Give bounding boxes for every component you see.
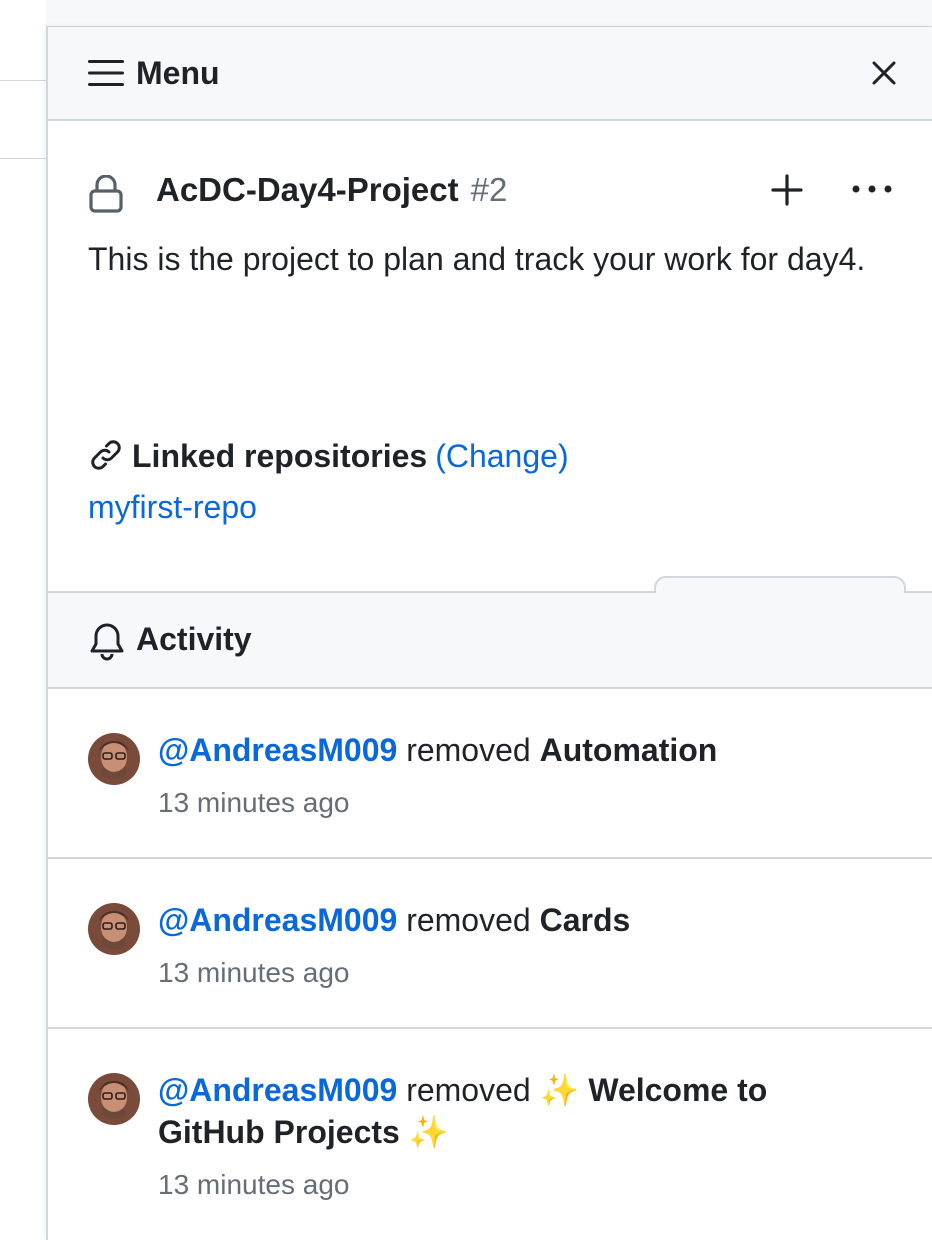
change-repositories-link[interactable]: (Change) [435, 438, 568, 474]
activity-title: Activity [136, 621, 252, 657]
sparkle-icon: ✨ [539, 1072, 580, 1108]
activity-item: @AndreasM009 removed Cards 13 minutes ag… [48, 859, 932, 1029]
activity-action: removed [406, 1072, 531, 1108]
user-link[interactable]: @AndreasM009 [158, 1072, 397, 1108]
avatar[interactable] [88, 1073, 140, 1125]
project-number: #2 [470, 171, 508, 208]
panel-title: Menu [136, 55, 220, 91]
link-icon [91, 440, 121, 470]
activity-time: 13 minutes ago [158, 787, 350, 818]
background-page [0, 0, 46, 1240]
activity-text: @AndreasM009 removed Automation [158, 729, 878, 771]
top-bar [0, 0, 932, 27]
activity-action: removed [406, 732, 531, 768]
avatar[interactable] [88, 903, 140, 955]
divider [0, 158, 46, 159]
project-name: AcDC-Day4-Project [156, 171, 459, 208]
project-description: This is the project to plan and track yo… [88, 241, 866, 277]
lock-icon [89, 175, 123, 213]
panel-header: Menu [48, 27, 932, 121]
activity-text: @AndreasM009 removed Cards [158, 899, 878, 941]
avatar[interactable] [88, 733, 140, 785]
project-menu-panel: Menu AcDC-Day4-Project #2 This is the pro… [46, 27, 932, 1240]
plus-icon[interactable] [770, 173, 804, 207]
activity-header: Activity [48, 593, 932, 689]
activity-action: removed [406, 902, 531, 938]
project-title: AcDC-Day4-Project #2 [156, 171, 507, 209]
user-link[interactable]: @AndreasM009 [158, 902, 397, 938]
activity-text: @AndreasM009 removed ✨ Welcome to GitHub… [158, 1069, 878, 1153]
activity-time: 13 minutes ago [158, 1169, 350, 1200]
linked-repositories: Linked repositories (Change) [88, 437, 569, 475]
bell-icon [90, 623, 124, 661]
project-info: AcDC-Day4-Project #2 This is the project … [48, 121, 932, 646]
divider [0, 80, 46, 81]
hamburger-icon [88, 60, 124, 86]
activity-target: Cards [539, 902, 631, 938]
activity-item: @AndreasM009 removed Automation 13 minut… [48, 689, 932, 859]
kebab-icon[interactable] [850, 179, 894, 199]
close-icon[interactable] [870, 59, 898, 87]
repo-link[interactable]: myfirst-repo [88, 489, 257, 526]
user-link[interactable]: @AndreasM009 [158, 732, 397, 768]
sparkle-icon: ✨ [408, 1114, 449, 1150]
linked-repositories-label: Linked repositories [132, 438, 428, 474]
activity-target: Automation [539, 732, 718, 768]
activity-time: 13 minutes ago [158, 957, 350, 988]
activity-item: @AndreasM009 removed ✨ Welcome to GitHub… [48, 1029, 932, 1240]
